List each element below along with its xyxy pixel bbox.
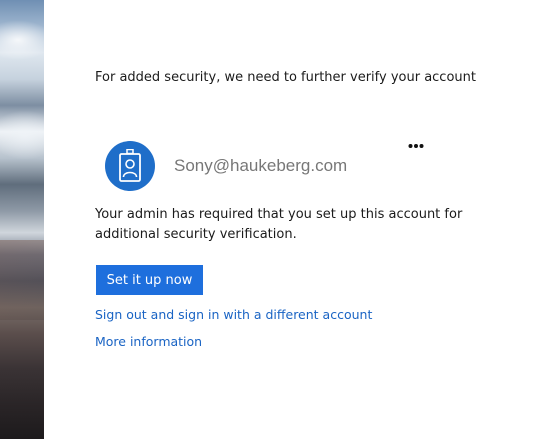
account-tile: Sony@haukeberg.com (105, 140, 347, 192)
more-options-button[interactable] (405, 135, 427, 157)
background-photo (0, 0, 44, 439)
background-ridge (0, 240, 44, 320)
verification-message: Your admin has required that you set up … (95, 207, 463, 242)
more-information-link[interactable]: More information (95, 334, 202, 349)
background-snow-patch (0, 110, 44, 160)
verification-panel: For added security, we need to further v… (44, 0, 534, 439)
ellipsis-icon (408, 144, 424, 148)
background-snow-patch (0, 20, 44, 60)
page-heading: For added security, we need to further v… (95, 70, 476, 85)
verification-page: For added security, we need to further v… (0, 0, 534, 439)
set-it-up-now-button[interactable]: Set it up now (96, 265, 203, 295)
user-badge-icon-glyph (119, 149, 141, 182)
user-badge-icon (105, 141, 155, 191)
sign-out-link[interactable]: Sign out and sign in with a different ac… (95, 307, 372, 322)
account-email: Sony@haukeberg.com (174, 156, 348, 175)
